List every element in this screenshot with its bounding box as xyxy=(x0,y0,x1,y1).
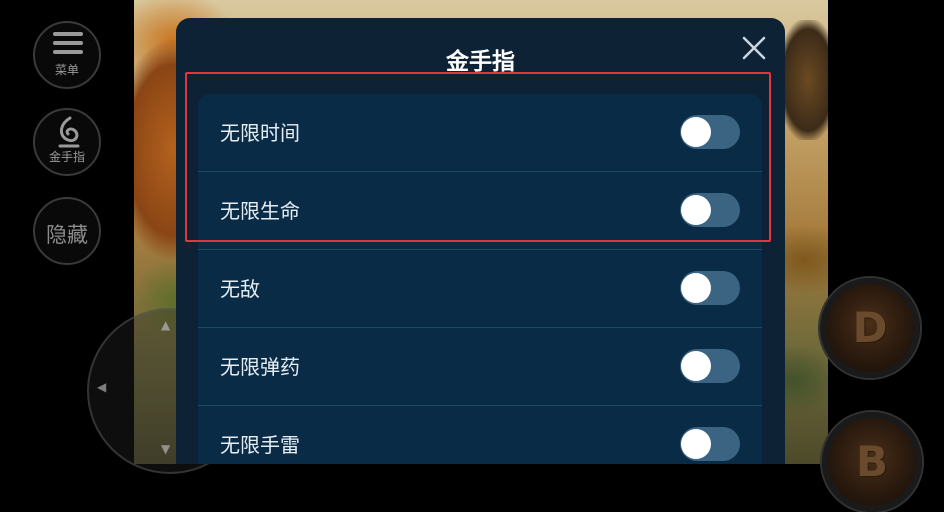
close-icon[interactable] xyxy=(740,34,768,62)
cheat-label: 无限时间 xyxy=(220,121,300,145)
menu-icon xyxy=(53,32,83,56)
cheat-icon xyxy=(58,116,80,148)
toggle-knob xyxy=(681,117,711,147)
cheat-dialog: 金手指 无限时间 无限生命 无敌 无限弹药 无限手雷 xyxy=(176,18,785,464)
hide-button[interactable]: 隐藏 xyxy=(33,197,101,265)
hide-button-label: 隐藏 xyxy=(46,223,88,247)
cheat-row: 无限生命 xyxy=(198,172,762,250)
toggle-knob xyxy=(681,195,711,225)
game-scenery-right xyxy=(778,20,828,140)
toggle-knob xyxy=(681,429,711,459)
cheat-button[interactable]: 金手指 xyxy=(33,108,101,176)
cheat-label: 无限生命 xyxy=(220,199,300,223)
dpad-left-icon: ◀ xyxy=(97,380,107,394)
cheat-toggle[interactable] xyxy=(680,115,740,149)
menu-button-label: 菜单 xyxy=(54,63,79,77)
dialog-title: 金手指 xyxy=(446,49,515,75)
dpad-down-icon: ▼ xyxy=(161,442,171,456)
cheat-toggle[interactable] xyxy=(680,271,740,305)
dpad-up-icon: ▲ xyxy=(161,318,171,332)
cheat-row: 无限时间 xyxy=(198,94,762,172)
d-button-label: D xyxy=(852,303,888,352)
cheat-label: 无敌 xyxy=(220,277,260,301)
cheat-label: 无限手雷 xyxy=(220,433,300,457)
cheat-row: 无限手雷 xyxy=(198,406,762,464)
d-button[interactable]: D xyxy=(820,278,920,378)
cheat-row: 无限弹药 xyxy=(198,328,762,406)
menu-button[interactable]: 菜单 xyxy=(33,21,101,89)
cheat-button-label: 金手指 xyxy=(48,150,85,164)
cheat-toggle[interactable] xyxy=(680,193,740,227)
cheat-toggle[interactable] xyxy=(680,349,740,383)
cheat-toggle[interactable] xyxy=(680,427,740,461)
cheat-list: 无限时间 无限生命 无敌 无限弹药 无限手雷 xyxy=(198,94,762,464)
cheat-row: 无敌 xyxy=(198,250,762,328)
b-button-label: B xyxy=(855,437,888,486)
toggle-knob xyxy=(681,273,711,303)
b-button[interactable]: B xyxy=(822,412,922,512)
cheat-label: 无限弹药 xyxy=(220,355,300,379)
toggle-knob xyxy=(681,351,711,381)
